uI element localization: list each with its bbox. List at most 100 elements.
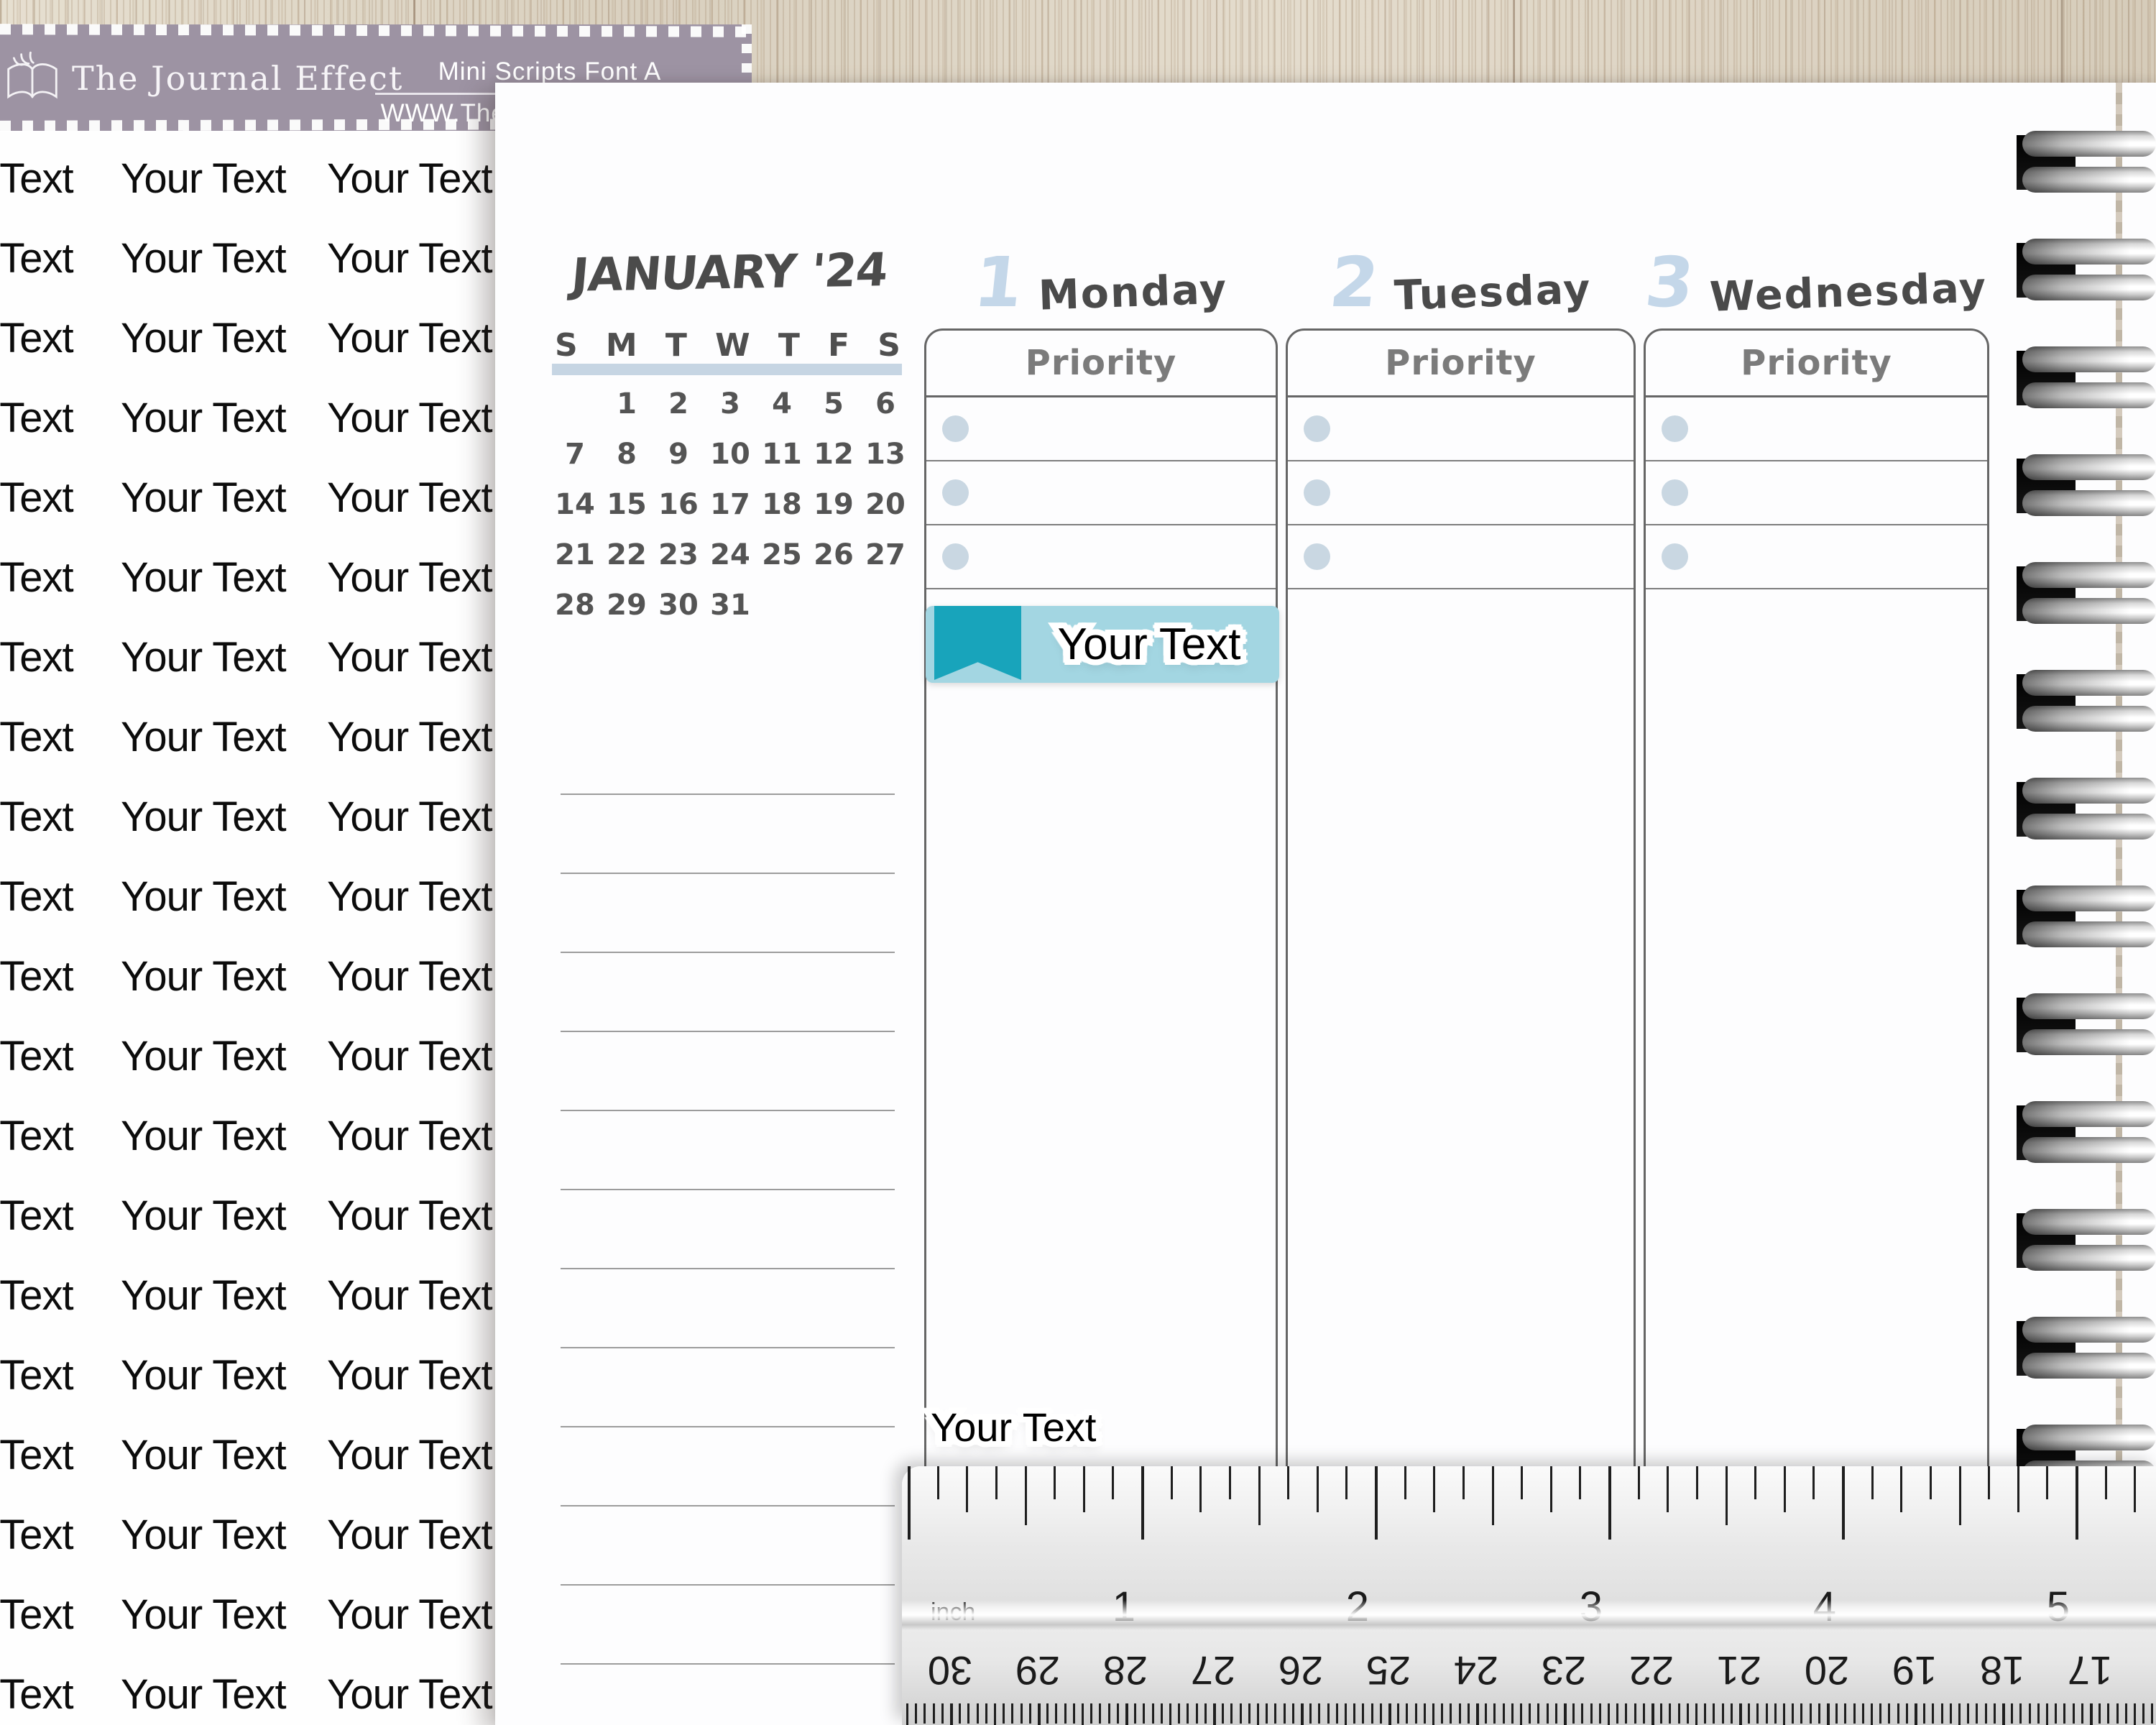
highlight-sticker: Your Text	[926, 606, 1279, 683]
calendar-date: 19	[808, 479, 860, 530]
ruler-tick	[2151, 1703, 2153, 1724]
ruler-tick	[1900, 1466, 1902, 1512]
ruler-tick	[1511, 1703, 1514, 1724]
ruler-tick	[1196, 1703, 1198, 1724]
binding-wire	[2022, 239, 2156, 264]
weekday-letter: F	[828, 327, 849, 364]
sticker-row: Your TextYour TextYour Text	[0, 1429, 496, 1482]
ruler-tick	[933, 1703, 935, 1724]
priority-row	[926, 525, 1276, 589]
sticker-text: Your Text	[0, 1190, 73, 1243]
ruler-tick	[1462, 1466, 1465, 1499]
sticker-row: Your TextYour TextYour Text	[0, 1269, 496, 1322]
cm-number: 17	[2047, 1647, 2133, 1694]
ruler-tick	[1380, 1703, 1382, 1724]
ruler-tick	[1213, 1703, 1216, 1725]
ruler-tick	[1029, 1703, 1031, 1724]
sticker-text: Your Text	[0, 711, 73, 764]
sticker-text: Your Text	[327, 1269, 492, 1322]
ruler-tick	[1199, 1466, 1202, 1512]
ruler-tick	[1301, 1703, 1304, 1725]
sticker-text: Your Text	[121, 312, 286, 365]
ruler-tick	[908, 1466, 911, 1540]
sticker-text: Your Text	[327, 232, 492, 285]
binding-wire	[2022, 670, 2156, 696]
notes-line	[561, 1347, 895, 1348]
cm-number: 25	[1345, 1647, 1432, 1694]
calendar-date: 8	[601, 429, 653, 479]
ruler-tick	[1125, 1703, 1128, 1725]
sticker-text: Your Text	[0, 1429, 73, 1482]
ruler-tick	[1842, 1466, 1845, 1540]
bullet-dot	[1662, 415, 1688, 442]
ruler-tick	[1415, 1703, 1417, 1724]
sticker-row: Your TextYour TextYour Text	[0, 472, 496, 525]
priority-row	[926, 461, 1276, 525]
ruler-tick	[1240, 1703, 1242, 1724]
weekday-letter: T	[778, 327, 800, 364]
day-name: Monday	[1038, 265, 1228, 319]
sticker-text: Your Text	[0, 392, 73, 445]
ruler-tick	[2076, 1466, 2078, 1540]
ruler-tick	[1169, 1703, 1171, 1725]
binding-wire	[2022, 921, 2156, 947]
sticker-text: Your Text	[0, 152, 73, 206]
cm-number: 27	[1170, 1647, 1256, 1694]
ruler-tick	[1547, 1703, 1549, 1724]
ruler-tick	[1950, 1703, 1952, 1724]
ruler-tick	[1941, 1703, 1943, 1724]
ruler-tick	[1187, 1703, 1189, 1724]
ruler-tick	[1930, 1466, 1932, 1499]
ruler-tick	[1704, 1703, 1706, 1724]
ruler-tick	[2105, 1466, 2107, 1499]
ruler-tick	[923, 1703, 926, 1724]
calendar-date: 2	[653, 379, 704, 429]
ruler-tick	[2134, 1466, 2136, 1512]
sticker-text: Your Text	[0, 551, 73, 604]
ruler-tick	[1222, 1703, 1224, 1724]
ruler-tick	[994, 1703, 996, 1725]
sticker-text: Your Text	[327, 1588, 492, 1642]
ruler-tick	[2046, 1466, 2048, 1499]
ruler-tick	[959, 1703, 961, 1724]
weekday-letter: S	[555, 327, 578, 364]
sticker-text: Your Text	[121, 870, 286, 924]
sticker-text: Your Text	[121, 1668, 286, 1721]
sticker-text: Your Text	[327, 711, 492, 764]
ruler-tick	[1485, 1703, 1487, 1724]
calendar-date: 6	[860, 379, 911, 429]
ruler-tick	[1853, 1703, 1856, 1724]
sticker-text: Your Text	[0, 1030, 73, 1083]
ruler-tick	[2017, 1466, 2019, 1512]
binding-wire	[2022, 1425, 2156, 1450]
flag-banner-icon	[934, 606, 1021, 680]
ruler-tick	[1643, 1703, 1645, 1724]
sticker-text: Your Text	[121, 1269, 286, 1322]
binding-wire	[2022, 993, 2156, 1019]
sticker-row: Your TextYour TextYour Text	[0, 232, 496, 285]
ruler-tick	[2142, 1703, 2145, 1724]
ruler-tick	[1696, 1466, 1698, 1499]
calendar-underline-bar	[552, 364, 902, 375]
sticker-text: Your Text	[121, 950, 286, 1003]
priority-header: Priority	[926, 331, 1276, 397]
sticker-text: Your Text	[0, 232, 73, 285]
ruler-tick	[1108, 1703, 1110, 1724]
sticker-text: Your Text	[121, 392, 286, 445]
ruler-tick	[1695, 1703, 1697, 1725]
ruler-tick	[2011, 1703, 2013, 1724]
ruler-tick	[1550, 1466, 1552, 1512]
ruler-tick	[1266, 1703, 1268, 1724]
inch-number: 5	[2012, 1583, 2070, 1631]
binding-coil	[2017, 998, 2156, 1105]
notes-line	[561, 873, 895, 874]
ruler-tick	[1713, 1703, 1715, 1724]
ruler-tick	[966, 1466, 968, 1512]
ruler-tick	[1141, 1466, 1144, 1540]
sticker-text: Your Text	[327, 950, 492, 1003]
ruler-tick	[1660, 1703, 1662, 1724]
binding-wire	[2022, 814, 2156, 840]
ruler-tick	[2055, 1703, 2057, 1724]
ruler-tick	[1117, 1703, 1119, 1724]
ruler-tick	[1967, 1703, 1969, 1724]
